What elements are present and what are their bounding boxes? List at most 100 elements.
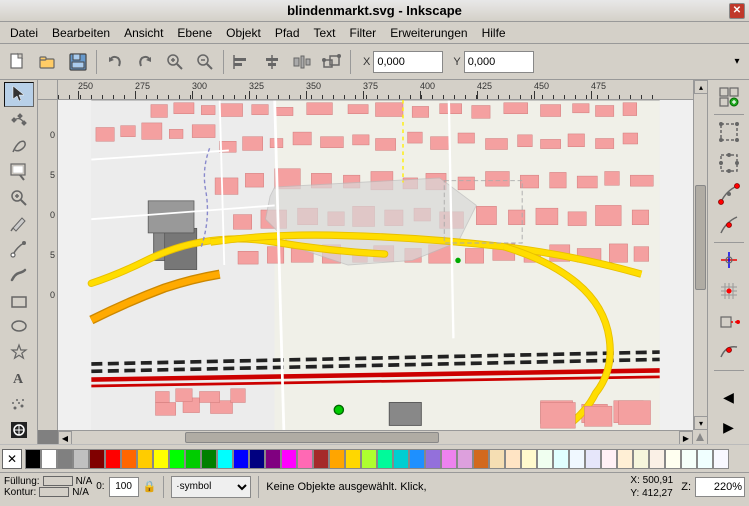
color-swatch-item[interactable] xyxy=(153,449,169,469)
color-swatch-item[interactable] xyxy=(537,449,553,469)
select-tool[interactable] xyxy=(4,82,34,107)
color-swatch-item[interactable] xyxy=(681,449,697,469)
color-swatch-item[interactable] xyxy=(441,449,457,469)
color-swatch-item[interactable] xyxy=(665,449,681,469)
opacity-value[interactable]: 100 xyxy=(109,477,139,497)
snap-guide-button[interactable] xyxy=(712,245,746,275)
menu-text[interactable]: Text xyxy=(308,24,342,42)
snap-ext-button[interactable] xyxy=(712,307,746,337)
horizontal-scrollbar[interactable]: ◀ ▶ xyxy=(58,430,693,444)
color-swatch-item[interactable] xyxy=(377,449,393,469)
snap-enable-button[interactable] xyxy=(712,82,746,112)
color-swatch-item[interactable] xyxy=(489,449,505,469)
color-swatch-item[interactable] xyxy=(569,449,585,469)
snap-node2-button[interactable] xyxy=(712,210,746,240)
color-swatch-item[interactable] xyxy=(393,449,409,469)
color-swatch-item[interactable] xyxy=(297,449,313,469)
color-swatch-item[interactable] xyxy=(313,449,329,469)
scroll-up-arrow[interactable]: ▴ xyxy=(694,80,707,94)
snap-grid-button[interactable] xyxy=(712,276,746,306)
color-swatch-item[interactable] xyxy=(505,449,521,469)
open-button[interactable] xyxy=(34,48,62,76)
color-swatch-item[interactable] xyxy=(473,449,489,469)
coord-x-input[interactable] xyxy=(373,51,443,73)
zoom-out-toolbar[interactable] xyxy=(191,48,219,76)
scroll-down-arrow[interactable]: ▾ xyxy=(694,416,707,430)
color-swatch-item[interactable] xyxy=(713,449,729,469)
scroll-right-arrow[interactable]: ▶ xyxy=(679,431,693,444)
style-select[interactable]: ·symbol xyxy=(171,476,251,498)
expand-right-button[interactable]: ▶ xyxy=(712,412,746,442)
scroll-left-arrow[interactable]: ◀ xyxy=(58,431,72,444)
color-swatch-item[interactable] xyxy=(345,449,361,469)
color-swatch-item[interactable] xyxy=(457,449,473,469)
expand-left-button[interactable]: ◀ xyxy=(712,382,746,412)
menu-bearbeiten[interactable]: Bearbeiten xyxy=(46,24,116,42)
canvas-container[interactable]: 250275300325350375400425450475 05050 ▴ ▾… xyxy=(38,80,707,444)
no-color-button[interactable]: ✕ xyxy=(2,449,22,469)
color-swatch-item[interactable] xyxy=(233,449,249,469)
color-swatch-item[interactable] xyxy=(73,449,89,469)
color-swatch-item[interactable] xyxy=(281,449,297,469)
pencil-tool[interactable] xyxy=(4,211,34,236)
tweak-tool[interactable] xyxy=(4,134,34,159)
spray-tool[interactable] xyxy=(4,391,34,416)
color-swatch-item[interactable] xyxy=(601,449,617,469)
color-swatch-item[interactable] xyxy=(137,449,153,469)
close-button[interactable]: ✕ xyxy=(729,3,745,19)
color-swatch-item[interactable] xyxy=(329,449,345,469)
color-swatch-item[interactable] xyxy=(265,449,281,469)
map-canvas[interactable] xyxy=(58,100,693,430)
menu-ebene[interactable]: Ebene xyxy=(171,24,218,42)
menu-ansicht[interactable]: Ansicht xyxy=(118,24,169,42)
magnify-tool[interactable] xyxy=(4,185,34,210)
snap-node-button[interactable] xyxy=(712,179,746,209)
menu-filter[interactable]: Filter xyxy=(344,24,383,42)
redo-button[interactable] xyxy=(131,48,159,76)
snap-bbox-button[interactable] xyxy=(712,117,746,147)
vertical-scrollbar[interactable]: ▴ ▾ xyxy=(693,80,707,430)
color-swatch-item[interactable] xyxy=(409,449,425,469)
zoom-tool[interactable] xyxy=(4,159,34,184)
fill-swatch[interactable] xyxy=(43,476,73,486)
new-button[interactable] xyxy=(4,48,32,76)
lock-icon[interactable]: 🔒 xyxy=(143,480,157,493)
rect-tool[interactable] xyxy=(4,288,34,313)
distribute-button[interactable] xyxy=(288,48,316,76)
transform-button[interactable] xyxy=(318,48,346,76)
zoom-input[interactable] xyxy=(695,477,745,497)
color-swatch-item[interactable] xyxy=(249,449,265,469)
align-left-button[interactable] xyxy=(228,48,256,76)
color-swatch-item[interactable] xyxy=(697,449,713,469)
star-tool[interactable] xyxy=(4,340,34,365)
calligraphy-tool[interactable] xyxy=(4,262,34,287)
scroll-vertical-thumb[interactable] xyxy=(695,185,706,290)
color-swatch-item[interactable] xyxy=(41,449,57,469)
menu-hilfe[interactable]: Hilfe xyxy=(476,24,512,42)
color-swatch-item[interactable] xyxy=(553,449,569,469)
align-center-button[interactable] xyxy=(258,48,286,76)
coord-y-input[interactable] xyxy=(464,51,534,73)
color-swatch-item[interactable] xyxy=(521,449,537,469)
fill-dropper-tool[interactable] xyxy=(4,417,34,442)
node-tool[interactable] xyxy=(4,108,34,133)
color-swatch-item[interactable] xyxy=(585,449,601,469)
zoom-in-toolbar[interactable] xyxy=(161,48,189,76)
color-swatch-item[interactable] xyxy=(425,449,441,469)
color-swatch-item[interactable] xyxy=(57,449,73,469)
color-swatch-item[interactable] xyxy=(169,449,185,469)
toolbar-expand-button[interactable]: ▾ xyxy=(729,48,745,76)
pen-tool[interactable] xyxy=(4,237,34,262)
scroll-horizontal-thumb[interactable] xyxy=(185,432,439,443)
color-swatch-item[interactable] xyxy=(617,449,633,469)
color-swatch-item[interactable] xyxy=(25,449,41,469)
text-tool[interactable]: A xyxy=(4,366,34,391)
menu-datei[interactable]: Datei xyxy=(4,24,44,42)
color-swatch-item[interactable] xyxy=(217,449,233,469)
color-swatch-item[interactable] xyxy=(201,449,217,469)
color-swatch-item[interactable] xyxy=(121,449,137,469)
snap-bbox2-button[interactable] xyxy=(712,148,746,178)
color-swatch-item[interactable] xyxy=(185,449,201,469)
color-swatch-item[interactable] xyxy=(649,449,665,469)
color-swatch-item[interactable] xyxy=(361,449,377,469)
